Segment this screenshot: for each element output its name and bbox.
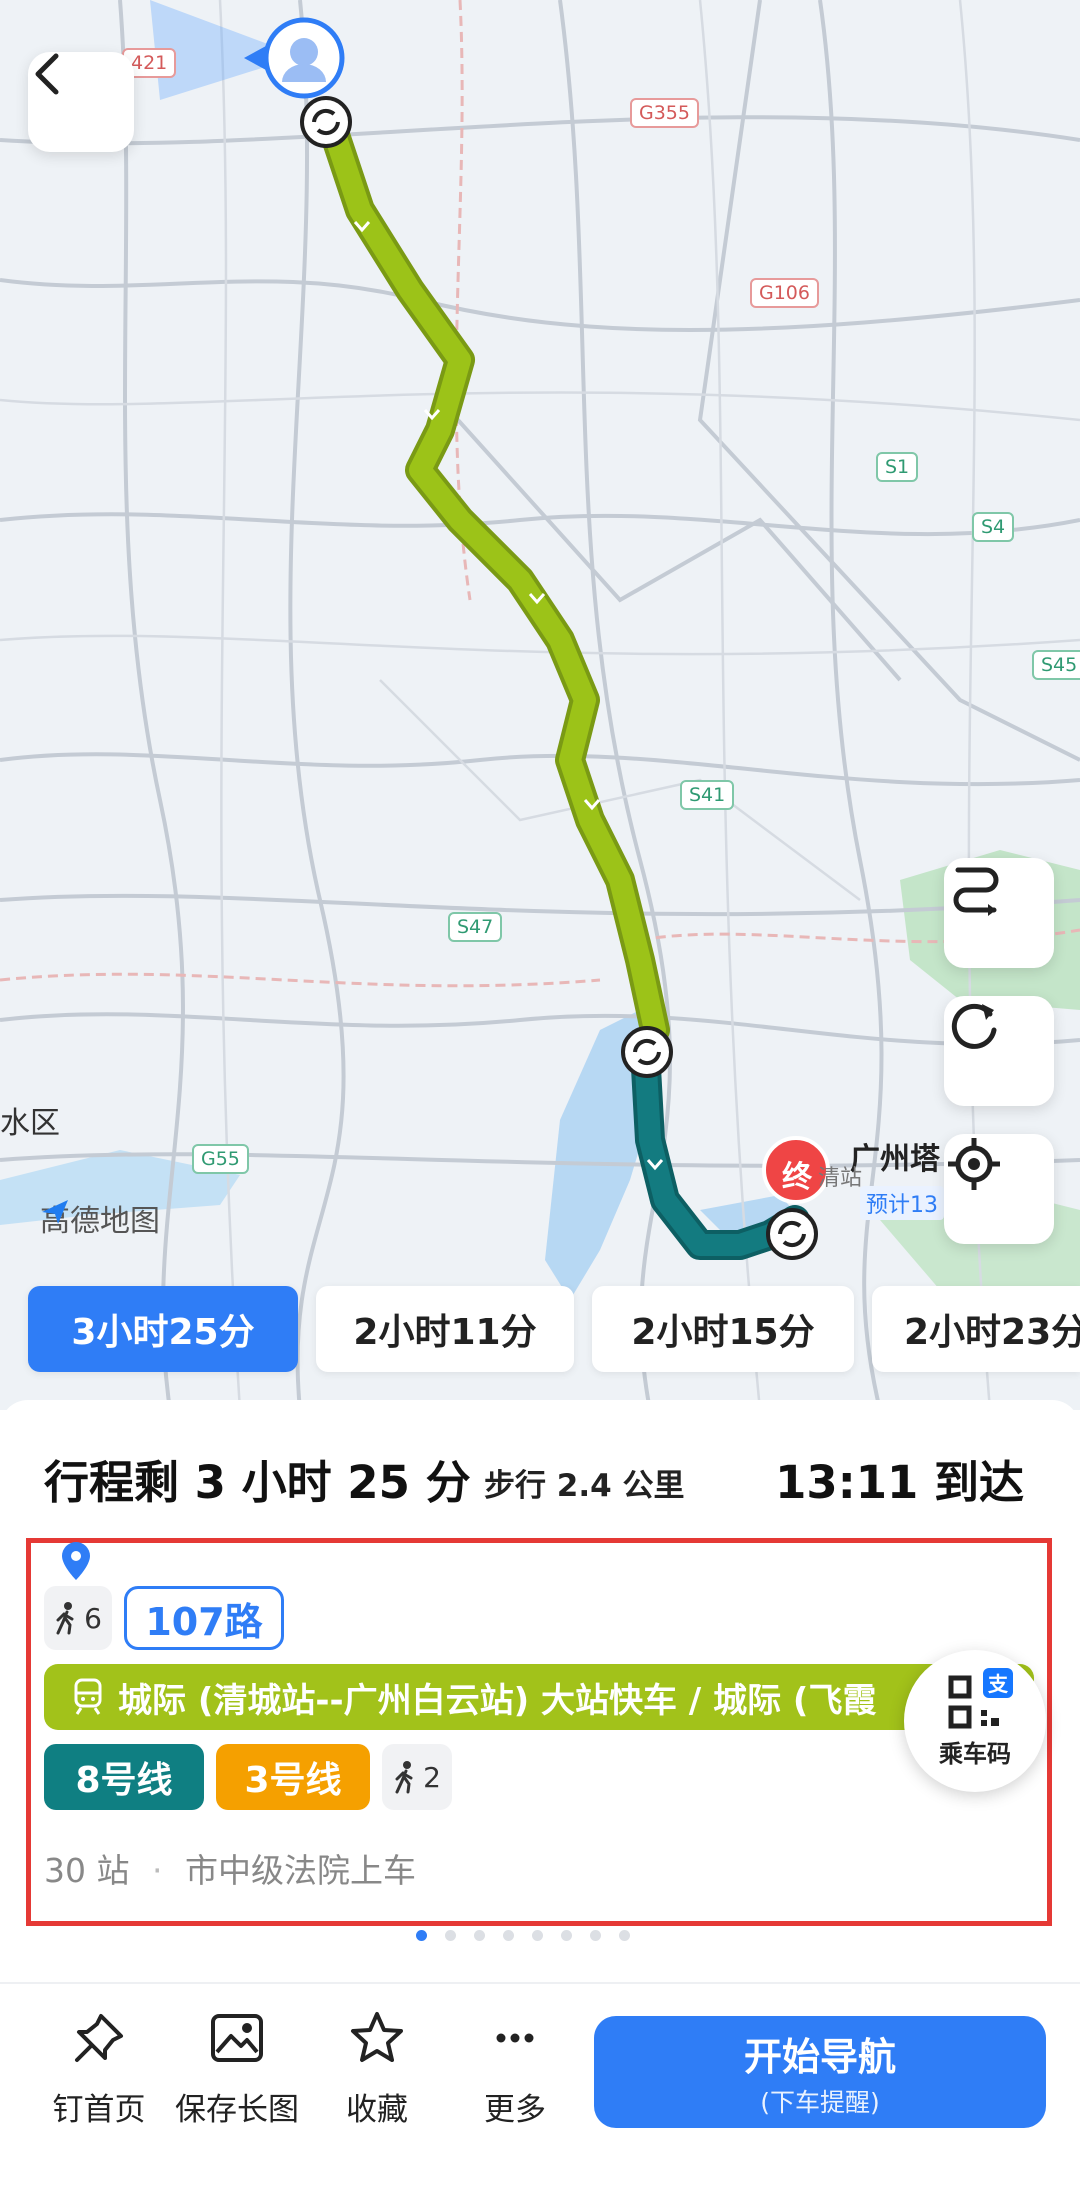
transfer-marker bbox=[766, 1208, 818, 1260]
road-tag: S45 bbox=[1032, 650, 1080, 680]
alight-reminder-label: (下车提醒) bbox=[760, 2087, 880, 2117]
walk-segment-end: 2 bbox=[382, 1744, 452, 1810]
road-tag: G106 bbox=[750, 278, 819, 308]
page-dot[interactable] bbox=[503, 1930, 514, 1941]
metro-line-3: 3号线 bbox=[216, 1744, 370, 1810]
back-button[interactable] bbox=[28, 52, 134, 152]
route-option[interactable]: 3小时25分 bbox=[28, 1286, 298, 1372]
divider bbox=[0, 1982, 1080, 1984]
route-option[interactable]: 2小时15分 bbox=[592, 1286, 854, 1372]
walk-distance: 步行 2.4 公里 bbox=[484, 1468, 685, 1504]
pin-icon bbox=[75, 2014, 123, 2062]
pin-to-home-button[interactable]: 钉首页 bbox=[34, 2010, 164, 2129]
page-dot[interactable] bbox=[561, 1930, 572, 1941]
train-icon bbox=[74, 1678, 102, 1715]
refresh-button[interactable] bbox=[944, 996, 1054, 1106]
page-dot[interactable] bbox=[445, 1930, 456, 1941]
stops-info: 30 站 · 市中级法院上车 bbox=[44, 1844, 416, 1892]
logo-icon bbox=[42, 1200, 68, 1224]
swap-route-icon bbox=[953, 867, 999, 916]
page-dot[interactable] bbox=[474, 1930, 485, 1941]
map-view[interactable]: 421 G355 G106 S1 S4 S45 S41 S47 G55 水区 广… bbox=[0, 0, 1080, 1410]
refresh-icon bbox=[951, 1003, 997, 1049]
walk-segment-start: 6 bbox=[44, 1586, 112, 1650]
start-navigation-button[interactable]: 开始导航 (下车提醒) bbox=[594, 2016, 1046, 2128]
intercity-rail-bar: 城际 (清城站--广州白云站) 大站快车 / 城际 (飞霞 bbox=[44, 1664, 1034, 1730]
back-icon bbox=[35, 53, 59, 95]
star-icon bbox=[351, 2012, 403, 2062]
ride-code-button[interactable]: 支 乘车码 bbox=[904, 1650, 1046, 1792]
walk-icon bbox=[56, 1602, 74, 1635]
separator-dot: · bbox=[151, 1851, 163, 1890]
page-dot[interactable] bbox=[590, 1930, 601, 1941]
alipay-badge: 支 bbox=[983, 1667, 1013, 1698]
route-option[interactable]: 2小时23分 bbox=[872, 1286, 1080, 1372]
eta-badge: 预计13 bbox=[860, 1186, 944, 1220]
page-dot[interactable] bbox=[416, 1930, 427, 1941]
page-dot[interactable] bbox=[532, 1930, 543, 1941]
road-tag: S1 bbox=[876, 452, 919, 482]
road-tag: S41 bbox=[680, 780, 735, 810]
favorite-button[interactable]: 收藏 bbox=[312, 2010, 442, 2129]
road-tag: S4 bbox=[972, 512, 1015, 542]
qr-icon: 支 bbox=[947, 1667, 1013, 1730]
metro-line-8: 8号线 bbox=[44, 1744, 204, 1810]
transfer-marker bbox=[621, 1026, 673, 1078]
location-pin-icon bbox=[62, 1542, 90, 1580]
road-tag: G355 bbox=[630, 98, 699, 128]
remaining-time: 行程剩 3 小时 25 分 bbox=[44, 1456, 471, 1509]
arrival-time: 13:11 到达 bbox=[775, 1456, 1024, 1509]
locate-button[interactable] bbox=[944, 1134, 1054, 1244]
more-icon bbox=[496, 2033, 534, 2043]
more-button[interactable]: 更多 bbox=[450, 2010, 580, 2129]
boarding-station: 市中级法院上车 bbox=[184, 1851, 416, 1890]
locate-icon bbox=[948, 1138, 1000, 1190]
map-logo: 高德地图 bbox=[40, 1196, 160, 1240]
transfer-marker bbox=[300, 96, 352, 148]
place-label: 广州塔 bbox=[850, 1142, 940, 1177]
place-label: 清站 bbox=[818, 1166, 863, 1191]
walk-icon bbox=[395, 1761, 413, 1794]
end-marker-label: 终 bbox=[782, 1160, 812, 1195]
route-option[interactable]: 2小时11分 bbox=[316, 1286, 574, 1372]
road-tag: S47 bbox=[448, 912, 503, 942]
save-image-button[interactable]: 保存长图 bbox=[172, 2010, 302, 2129]
stop-count: 30 站 bbox=[44, 1851, 130, 1890]
bus-line-chip: 107路 bbox=[124, 1586, 284, 1650]
trip-summary: 行程剩 3 小时 25 分 步行 2.4 公里 13:11 到达 bbox=[44, 1446, 1044, 1509]
ride-code-label: 乘车码 bbox=[939, 1739, 1011, 1768]
route-switch-button[interactable] bbox=[944, 858, 1054, 968]
image-icon bbox=[211, 2014, 263, 2062]
road-tag: G55 bbox=[192, 1144, 249, 1174]
pagination-dots bbox=[0, 1930, 1080, 1941]
start-navigation-label: 开始导航 bbox=[743, 2034, 896, 2079]
page-dot[interactable] bbox=[619, 1930, 630, 1941]
place-label: 水区 bbox=[0, 1106, 60, 1141]
route-options: 3小时25分 2小时11分 2小时15分 2小时23分 bbox=[0, 1286, 1080, 1386]
